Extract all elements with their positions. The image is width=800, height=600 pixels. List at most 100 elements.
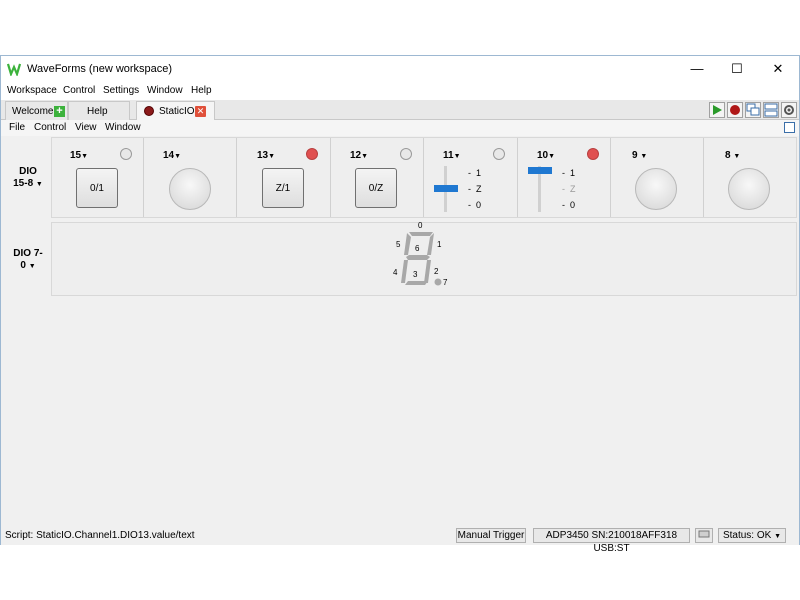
tab-strip: Welcome + Help StaticIO ✕ <box>1 100 799 121</box>
chevron-down-icon: ▼ <box>548 153 556 160</box>
channel-9-label: 9 <box>632 150 638 161</box>
segment-0 <box>409 232 433 236</box>
tile-windows-icon <box>764 103 778 117</box>
tab-welcome[interactable]: Welcome + <box>5 101 68 120</box>
channel-12-led <box>400 148 412 160</box>
settings-button[interactable] <box>781 102 797 118</box>
channel-9-indicator <box>635 168 677 210</box>
dio-15-8-panel: 15▼ 0/1 14▼ 13▼ Z/1 12▼ 0/Z 11▼ - 1 - Z … <box>51 137 797 218</box>
level-text: Z <box>570 184 576 194</box>
channel-divider <box>143 138 144 217</box>
add-plus-icon[interactable]: + <box>54 106 65 117</box>
title-bar: WaveForms (new workspace) — ☐ ✕ <box>1 56 799 82</box>
record-button[interactable] <box>727 102 743 118</box>
channel-15-number[interactable]: 15▼ <box>70 150 88 161</box>
channel-15-label: 15 <box>70 150 82 161</box>
manual-trigger-button[interactable]: Manual Trigger <box>456 528 526 543</box>
channel-12-number[interactable]: 12▼ <box>350 150 368 161</box>
instrument-menu-bar: File Control View Window <box>1 120 799 136</box>
chevron-down-icon: ▼ <box>640 153 648 160</box>
menu-window[interactable]: Window <box>147 85 183 96</box>
device-manager-button[interactable] <box>695 528 713 543</box>
channel-9-number[interactable]: 9 ▼ <box>632 150 647 161</box>
channel-15-button[interactable]: 0/1 <box>76 168 118 208</box>
tile-button[interactable] <box>763 102 779 118</box>
seven-segment-display: 0 1 2 3 4 5 6 7 <box>391 219 461 299</box>
run-button[interactable] <box>709 102 725 118</box>
group-b-dropdown-icon: ▼ <box>28 263 36 270</box>
tab-welcome-label: Welcome <box>12 106 54 117</box>
status-bar: Script: StaticIO.Channel1.DIO13.value/te… <box>1 526 799 554</box>
seg-label-0: 0 <box>418 221 423 230</box>
submenu-file[interactable]: File <box>9 122 25 133</box>
channel-13-button[interactable]: Z/1 <box>262 168 304 208</box>
play-icon <box>713 105 722 115</box>
submenu-view[interactable]: View <box>75 122 97 133</box>
gear-icon <box>784 105 794 115</box>
record-icon <box>730 105 740 115</box>
level-text: 1 <box>476 168 482 178</box>
channel-10-label: 10 <box>537 150 549 161</box>
channel-11-level-0: - 0 <box>468 200 482 210</box>
chevron-down-icon: ▼ <box>81 153 89 160</box>
segment-2 <box>424 260 431 283</box>
channel-divider <box>703 138 704 217</box>
channel-12-button[interactable]: 0/Z <box>355 168 397 208</box>
tab-staticio[interactable]: StaticIO ✕ <box>136 101 215 121</box>
channel-14-label: 14 <box>163 150 175 161</box>
seg-label-3: 3 <box>413 270 418 279</box>
seg-label-4: 4 <box>393 268 398 277</box>
group-label-dio-15-8[interactable]: DIO 15-8 ▼ <box>13 166 43 191</box>
chevron-down-icon: ▼ <box>453 153 461 160</box>
close-tab-icon[interactable]: ✕ <box>195 106 206 117</box>
menu-workspace[interactable]: Workspace <box>7 85 57 96</box>
submenu-control[interactable]: Control <box>34 122 66 133</box>
channel-13-number[interactable]: 13▼ <box>257 150 275 161</box>
segment-1 <box>427 233 434 255</box>
channel-10-number[interactable]: 10▼ <box>537 150 555 161</box>
minimize-button[interactable]: — <box>677 56 717 82</box>
menu-control[interactable]: Control <box>63 85 95 96</box>
channel-10-level-1: - 1 <box>562 168 576 178</box>
menu-help[interactable]: Help <box>191 85 212 96</box>
tab-staticio-label: StaticIO <box>159 106 195 117</box>
submenu-window[interactable]: Window <box>105 122 141 133</box>
segment-3 <box>405 281 428 285</box>
channel-8-number[interactable]: 8 ▼ <box>725 150 740 161</box>
channel-10-slider-thumb[interactable] <box>528 167 552 174</box>
channel-11-slider-thumb[interactable] <box>434 185 458 192</box>
segment-4 <box>401 260 408 283</box>
device-info[interactable]: ADP3450 SN:210018AFF318 USB:ST <box>533 528 690 554</box>
channel-11-level-z: - Z <box>468 184 482 194</box>
device-icon <box>698 530 710 538</box>
channel-14-indicator <box>169 168 211 210</box>
chevron-down-icon: ▼ <box>268 153 276 160</box>
level-text: 0 <box>476 200 482 210</box>
channel-divider <box>423 138 424 217</box>
level-text: 0 <box>570 200 576 210</box>
maximize-button[interactable]: ☐ <box>717 56 757 82</box>
dock-icon[interactable] <box>784 122 795 133</box>
status-script-text: Script: StaticIO.Channel1.DIO13.value/te… <box>5 530 195 541</box>
seven-segment-graphic: 0 1 2 3 4 5 6 7 <box>393 221 448 287</box>
level-text: 1 <box>570 168 576 178</box>
chevron-down-icon: ▼ <box>733 153 741 160</box>
channel-8-indicator <box>728 168 770 210</box>
channel-11-number[interactable]: 11▼ <box>443 150 461 161</box>
menu-bar: Workspace Control Settings Window Help <box>1 82 799 100</box>
group-label-dio-7-0[interactable]: DIO 7-0 ▼ <box>13 248 43 273</box>
app-window: WaveForms (new workspace) — ☐ ✕ Workspac… <box>0 55 800 554</box>
tab-help[interactable]: Help <box>68 101 130 120</box>
waveforms-logo-icon <box>7 63 21 76</box>
cascade-button[interactable] <box>745 102 761 118</box>
seg-label-5: 5 <box>396 240 401 249</box>
menu-settings[interactable]: Settings <box>103 85 139 96</box>
channel-11-led <box>493 148 505 160</box>
segment-7 <box>434 278 442 286</box>
cascade-windows-icon <box>746 103 760 116</box>
status-indicator[interactable]: Status: OK ▼ <box>718 528 786 543</box>
channel-14-number[interactable]: 14▼ <box>163 150 181 161</box>
channel-11-label: 11 <box>443 150 454 161</box>
segment-5 <box>404 233 411 255</box>
close-button[interactable]: ✕ <box>758 56 798 82</box>
